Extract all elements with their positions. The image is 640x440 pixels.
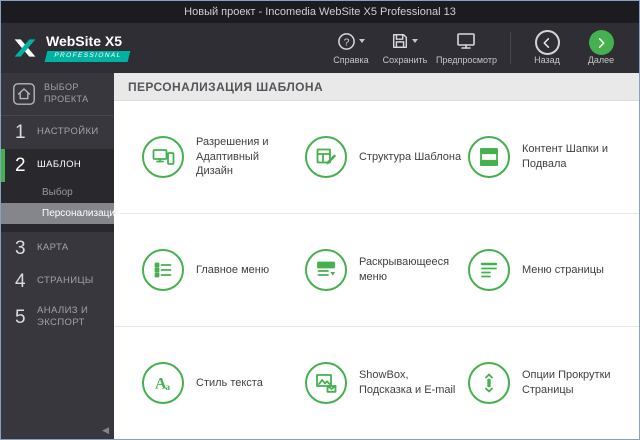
- step-number: 4: [15, 271, 26, 292]
- step-label: КАРТА: [37, 242, 69, 254]
- sidebar-step-pages[interactable]: 4 СТРАНИЦЫ: [1, 265, 114, 298]
- step-number: 1: [15, 122, 26, 143]
- chevron-down-icon[interactable]: [358, 39, 365, 43]
- options-grid: Разрешения и Адаптивный Дизайн Структура…: [114, 101, 639, 439]
- back-button[interactable]: Назад: [521, 26, 573, 70]
- title-bar: Новый проект - Incomedia WebSite X5 Prof…: [1, 1, 639, 23]
- app-window: Новый проект - Incomedia WebSite X5 Prof…: [0, 0, 640, 440]
- responsive-design-icon: [142, 136, 184, 178]
- option-page-menu[interactable]: Меню страницы: [467, 249, 631, 291]
- option-page-scroll[interactable]: Опции Прокрутки Страницы: [467, 362, 631, 404]
- page-scroll-icon: [467, 362, 510, 404]
- next-label: Далее: [587, 55, 615, 65]
- svg-text:?: ?: [344, 37, 350, 48]
- option-dropdown-menu[interactable]: Раскрывающееся меню: [304, 249, 468, 291]
- toolbar-separator: [510, 32, 511, 64]
- sidebar-step-settings[interactable]: 1 НАСТРОЙКИ: [1, 116, 114, 149]
- option-showbox-tooltip-email[interactable]: ShowBox, Подсказка и E-mail: [304, 362, 468, 404]
- sidebar-collapse-button[interactable]: ◀: [102, 426, 109, 435]
- preview-monitor-icon: [457, 33, 476, 49]
- arrow-left-icon: [543, 37, 550, 48]
- option-responsive-design[interactable]: Разрешения и Адаптивный Дизайн: [142, 135, 305, 180]
- svg-text:a: a: [166, 382, 171, 392]
- brand-name: WebSite X5: [46, 33, 122, 50]
- help-button[interactable]: ? Справка: [325, 26, 377, 70]
- options-row: Главное меню Раскрывающееся меню Меню ст…: [114, 213, 639, 326]
- text-style-icon: A a: [142, 362, 184, 404]
- project-selection-label: ВЫБОР ПРОЕКТА: [44, 82, 89, 104]
- preview-label: Предпросмотр: [435, 55, 497, 65]
- save-icon: [393, 33, 408, 49]
- home-icon: [13, 83, 35, 105]
- option-template-structure[interactable]: Структура Шаблона: [304, 136, 468, 178]
- option-header-footer-content[interactable]: Контент Шапки и Подвала: [467, 136, 631, 178]
- brand: WebSite X5 PROFESSIONAL: [11, 33, 131, 62]
- step-number: 5: [15, 306, 26, 328]
- substep-template-personalization[interactable]: Персонализация: [1, 203, 120, 224]
- showbox-email-icon: [304, 362, 347, 404]
- chevron-down-icon[interactable]: [412, 39, 419, 43]
- content-header: ПЕРСОНАЛИЗАЦИЯ ШАБЛОНА: [114, 73, 639, 101]
- step-number: 3: [15, 238, 26, 259]
- help-label: Справка: [333, 55, 369, 65]
- next-button[interactable]: Далее: [575, 26, 627, 70]
- save-button[interactable]: Сохранить: [379, 26, 431, 70]
- main-menu-icon: [142, 249, 184, 291]
- step-label: АНАЛИЗ И ЭКСПОРТ: [37, 305, 89, 329]
- option-main-menu[interactable]: Главное меню: [142, 249, 305, 291]
- option-text-style[interactable]: A a Стиль текста: [142, 362, 305, 404]
- options-row: A a Стиль текста ShowBox, Подсказка и E-…: [114, 326, 639, 439]
- sidebar: ВЫБОР ПРОЕКТА 1 НАСТРОЙКИ 2 ШАБЛОН Выбор…: [1, 73, 120, 439]
- save-label: Сохранить: [382, 55, 428, 65]
- template-substeps: Выбор Персонализация: [1, 182, 120, 232]
- template-structure-icon: [304, 136, 347, 178]
- main-content: ПЕРСОНАЛИЗАЦИЯ ШАБЛОНА Разрешения и Адап…: [114, 73, 639, 439]
- preview-button[interactable]: Предпросмотр: [433, 26, 500, 70]
- options-row: Разрешения и Адаптивный Дизайн Структура…: [114, 101, 639, 213]
- back-label: Назад: [534, 55, 560, 65]
- step-label: НАСТРОЙКИ: [37, 126, 99, 138]
- sidebar-step-analysis-export[interactable]: 5 АНАЛИЗ И ЭКСПОРТ: [1, 298, 114, 337]
- top-toolbar: WebSite X5 PROFESSIONAL ? Справка Сохран…: [1, 23, 639, 73]
- page-title: ПЕРСОНАЛИЗАЦИЯ ШАБЛОНА: [128, 79, 324, 94]
- sidebar-item-project-selection[interactable]: ВЫБОР ПРОЕКТА: [1, 73, 114, 116]
- arrow-right-icon: [598, 37, 605, 48]
- header-footer-icon: [467, 136, 510, 178]
- step-label: СТРАНИЦЫ: [37, 275, 94, 287]
- help-icon: ?: [338, 32, 355, 50]
- professional-badge: PROFESSIONAL: [44, 51, 131, 62]
- toolbar-actions: ? Справка Сохранить Предпросмотр Назад Д…: [325, 26, 627, 70]
- websitex5-logo-icon: [14, 39, 36, 57]
- sidebar-step-template[interactable]: 2 ШАБЛОН: [1, 149, 114, 182]
- dropdown-menu-icon: [304, 249, 347, 291]
- step-number: 2: [15, 155, 26, 176]
- window-title: Новый проект - Incomedia WebSite X5 Prof…: [184, 6, 456, 18]
- sidebar-step-map[interactable]: 3 КАРТА: [1, 232, 114, 265]
- page-menu-icon: [467, 249, 510, 291]
- step-label: ШАБЛОН: [37, 159, 82, 171]
- substep-template-selection[interactable]: Выбор: [1, 182, 114, 203]
